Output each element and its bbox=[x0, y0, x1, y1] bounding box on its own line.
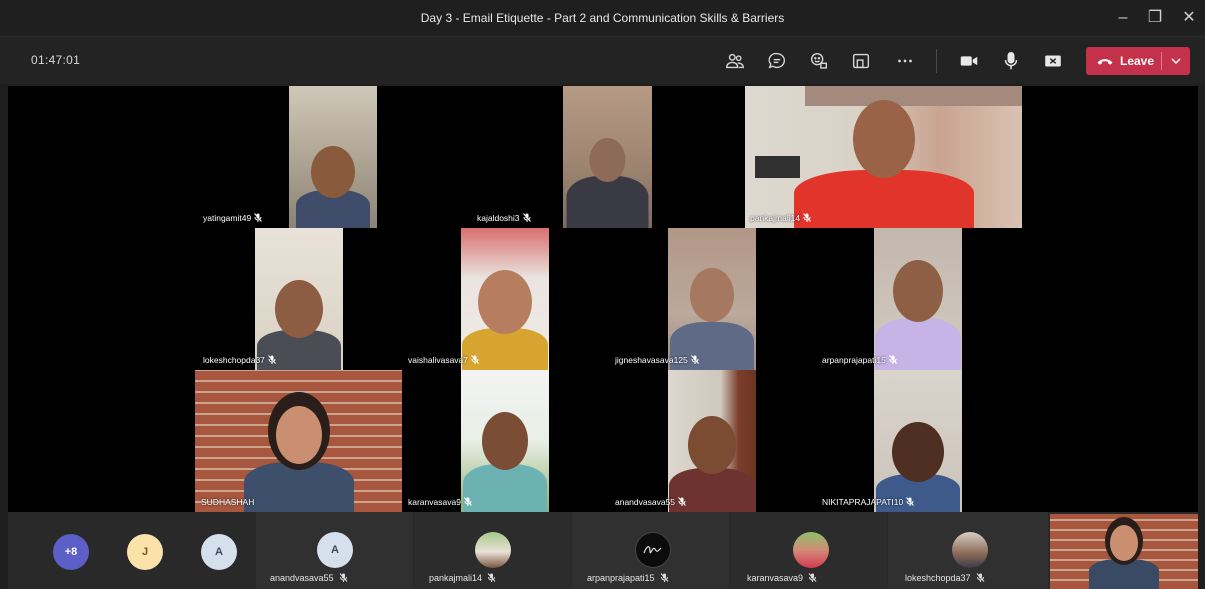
video-tile[interactable] bbox=[461, 228, 549, 370]
restore-button[interactable]: ❐ bbox=[1142, 6, 1168, 30]
title-bar: Day 3 - Email Etiquette - Part 2 and Com… bbox=[0, 0, 1205, 37]
participant-name: NIKITAPRAJAPATI10 bbox=[822, 497, 915, 507]
participant-name: lokeshchopda37 bbox=[203, 355, 276, 365]
leave-divider bbox=[1161, 52, 1162, 70]
self-video-preview[interactable] bbox=[1050, 514, 1198, 589]
mic-muted-icon bbox=[888, 355, 897, 364]
reactions-icon[interactable] bbox=[806, 49, 832, 73]
participant-name: pankajmali14 bbox=[750, 213, 811, 223]
mic-muted-icon bbox=[660, 573, 668, 582]
video-tile[interactable] bbox=[668, 228, 756, 370]
mic-muted-icon bbox=[906, 497, 915, 506]
participant-name: anandvasava55 bbox=[270, 573, 348, 583]
more-icon[interactable] bbox=[892, 49, 918, 73]
avatar: A bbox=[317, 532, 353, 568]
phone-hangup-icon bbox=[1097, 59, 1113, 65]
participant-name: yatingamit49 bbox=[203, 213, 263, 223]
camera-icon[interactable] bbox=[956, 49, 982, 73]
participant-strip: +8 J A A anandvasava55 pankajmali14 arpa… bbox=[8, 512, 1198, 589]
leave-button-label: Leave bbox=[1120, 54, 1155, 68]
mic-muted-icon bbox=[487, 573, 496, 582]
participant-name: karanvasava9 bbox=[408, 497, 472, 507]
video-tile[interactable] bbox=[874, 370, 962, 512]
video-stage: yatingamit49 kajaldoshi3 pankajmali14 lo… bbox=[8, 86, 1198, 512]
mic-icon[interactable] bbox=[998, 49, 1024, 73]
mic-muted-icon bbox=[522, 213, 531, 222]
participant-name: lokeshchopda37 bbox=[905, 573, 985, 583]
video-tile[interactable] bbox=[563, 86, 652, 228]
avatar bbox=[635, 532, 671, 568]
share-icon[interactable] bbox=[1040, 49, 1066, 73]
mic-muted-icon bbox=[803, 213, 811, 222]
mic-muted-icon bbox=[339, 573, 347, 582]
participant-name: karanvasava9 bbox=[747, 573, 817, 583]
video-tile[interactable] bbox=[289, 86, 377, 228]
chat-icon[interactable] bbox=[764, 49, 790, 73]
mic-muted-icon bbox=[464, 497, 472, 506]
avatar bbox=[952, 532, 988, 568]
participant-name: vaishalivasava7 bbox=[408, 355, 479, 365]
mic-muted-icon bbox=[690, 355, 699, 364]
video-tile[interactable] bbox=[461, 370, 549, 512]
meeting-toolbar: 01:47:01 Leave bbox=[0, 37, 1205, 84]
rooms-icon[interactable] bbox=[848, 49, 874, 73]
participant-name: anandvasava55 bbox=[615, 497, 686, 507]
toolbar-separator bbox=[936, 49, 937, 73]
avatar bbox=[475, 532, 511, 568]
leave-button[interactable]: Leave bbox=[1086, 47, 1190, 75]
overflow-participants-button[interactable]: +8 bbox=[53, 534, 89, 570]
mic-muted-icon bbox=[678, 497, 686, 506]
meeting-timer: 01:47:01 bbox=[31, 53, 81, 67]
video-tile[interactable] bbox=[255, 228, 343, 370]
window-title: Day 3 - Email Etiquette - Part 2 and Com… bbox=[420, 11, 785, 25]
signature-logo-icon bbox=[643, 546, 662, 554]
teams-meeting-window: Day 3 - Email Etiquette - Part 2 and Com… bbox=[0, 0, 1205, 589]
mic-muted-icon bbox=[254, 213, 263, 222]
mic-muted-icon bbox=[808, 573, 817, 582]
avatar[interactable]: A bbox=[201, 534, 237, 570]
video-tile[interactable] bbox=[668, 370, 756, 512]
participant-name: kajaldoshi3 bbox=[477, 213, 531, 223]
mic-muted-icon bbox=[976, 573, 984, 582]
participant-name: jigneshavasava125 bbox=[615, 355, 699, 365]
video-tile[interactable] bbox=[874, 228, 962, 370]
participant-name: arpanprajapati15 bbox=[587, 573, 669, 583]
video-tile[interactable] bbox=[745, 86, 1022, 228]
video-tile[interactable] bbox=[195, 370, 402, 512]
people-icon[interactable] bbox=[722, 49, 748, 73]
minimize-button[interactable]: – bbox=[1110, 6, 1136, 30]
avatar bbox=[793, 532, 829, 568]
participant-name: pankajmali14 bbox=[429, 573, 496, 583]
chevron-down-icon[interactable] bbox=[1167, 52, 1185, 70]
participant-name: SUDHASHAH bbox=[201, 497, 255, 507]
mic-muted-icon bbox=[268, 355, 276, 364]
avatar[interactable]: J bbox=[127, 534, 163, 570]
close-button[interactable]: ✕ bbox=[1176, 6, 1202, 30]
mic-muted-icon bbox=[471, 355, 479, 364]
participant-name: arpanprajapati15 bbox=[822, 355, 897, 365]
